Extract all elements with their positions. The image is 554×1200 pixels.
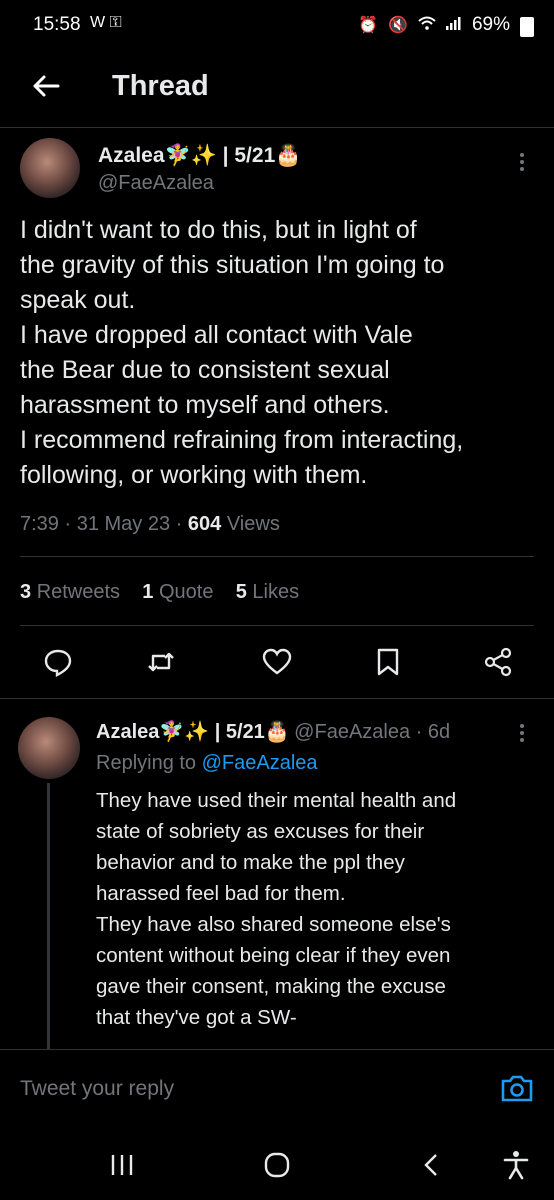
reply-avatar[interactable]	[18, 717, 80, 779]
reply-tweet: Azalea🧚‍♀️✨ | 5/21🎂 @FaeAzalea · 6d Repl…	[0, 699, 554, 1049]
heart-icon	[262, 648, 292, 675]
home-button[interactable]	[263, 1152, 291, 1183]
quotes-stat[interactable]: 1 Quote	[142, 581, 213, 603]
alarm-icon: ⏰	[358, 17, 379, 34]
tweet-time: 7:39	[20, 513, 59, 535]
tweet-date: 31 May 23	[76, 513, 171, 535]
status-right-icons: ⏰ 🔇 69%	[358, 14, 534, 37]
meta-divider	[20, 556, 534, 557]
share-icon	[484, 647, 512, 677]
views-count: 604	[187, 513, 222, 535]
status-bar: 15:58 W ⚿ ⏰ 🔇 69%	[0, 0, 554, 56]
reply-header: Azalea🧚‍♀️✨ | 5/21🎂 @FaeAzalea · 6d	[96, 719, 516, 744]
replying-to-handle[interactable]: @FaeAzalea	[202, 752, 318, 774]
accessibility-icon	[503, 1151, 529, 1180]
like-button[interactable]	[261, 646, 293, 678]
system-nav-bar	[0, 1130, 554, 1200]
share-button[interactable]	[482, 646, 514, 678]
reply-button[interactable]	[42, 646, 74, 678]
status-time: 15:58	[33, 14, 81, 35]
reply-more-options-icon[interactable]	[520, 721, 526, 745]
author-name[interactable]: Azalea🧚‍♀️✨ | 5/21🎂	[98, 144, 301, 168]
mute-icon: 🔇	[388, 17, 408, 34]
back-nav-button[interactable]	[420, 1152, 444, 1183]
back-button[interactable]	[26, 66, 66, 106]
reply-bar: Tweet your reply	[0, 1050, 554, 1130]
tweet-stats: 3 Retweets 1 Quote 5 Likes	[20, 581, 299, 604]
arrow-left-icon	[33, 75, 60, 97]
signal-icon	[445, 16, 462, 35]
views-label: Views	[226, 513, 280, 535]
thread-line	[47, 783, 50, 1049]
main-tweet: Azalea🧚‍♀️✨ | 5/21🎂 @FaeAzalea I didn't …	[0, 128, 554, 698]
reply-author-name[interactable]: Azalea🧚‍♀️✨ | 5/21🎂	[96, 721, 290, 743]
accessibility-button[interactable]	[502, 1150, 530, 1185]
wifi-icon	[418, 16, 436, 35]
replying-to-label: Replying to	[96, 752, 197, 774]
tweet-meta: 7:39 · 31 May 23 · 604 Views	[20, 513, 280, 535]
recents-button[interactable]	[108, 1152, 136, 1183]
camera-icon	[501, 1075, 533, 1102]
replying-to: Replying to @FaeAzalea	[96, 752, 318, 775]
author-handle[interactable]: @FaeAzalea	[98, 172, 214, 195]
bookmark-button[interactable]	[372, 646, 404, 678]
avatar[interactable]	[20, 138, 80, 198]
reply-text: They have used their mental health and s…	[96, 789, 457, 1029]
status-notification-icons: W ⚿	[90, 14, 122, 31]
chevron-left-icon	[424, 1154, 437, 1176]
page-title: Thread	[112, 70, 209, 102]
retweets-stat[interactable]: 3 Retweets	[20, 581, 120, 603]
likes-count: 5	[235, 581, 247, 603]
likes-label: Likes	[252, 581, 300, 603]
battery-label: 69%	[471, 14, 510, 35]
battery-icon	[520, 17, 534, 37]
quotes-label: Quote	[158, 581, 214, 603]
tweet-text: I didn't want to do this, but in light o…	[20, 216, 464, 489]
likes-stat[interactable]: 5 Likes	[236, 581, 299, 603]
stats-divider	[20, 625, 534, 626]
reply-input[interactable]: Tweet your reply	[20, 1077, 460, 1101]
retweets-label: Retweets	[36, 581, 121, 603]
reply-handle-time[interactable]: @FaeAzalea · 6d	[294, 721, 450, 743]
retweet-icon	[148, 652, 174, 672]
app-header: Thread	[0, 56, 554, 126]
quotes-count: 1	[142, 581, 154, 603]
home-icon	[264, 1152, 290, 1178]
recents-icon	[111, 1155, 133, 1175]
speech-bubble-icon	[44, 649, 72, 677]
bookmark-icon	[377, 648, 399, 676]
camera-button[interactable]	[500, 1072, 534, 1104]
retweets-count: 3	[20, 581, 32, 603]
more-options-icon[interactable]	[520, 150, 526, 174]
retweet-button[interactable]	[145, 646, 177, 678]
